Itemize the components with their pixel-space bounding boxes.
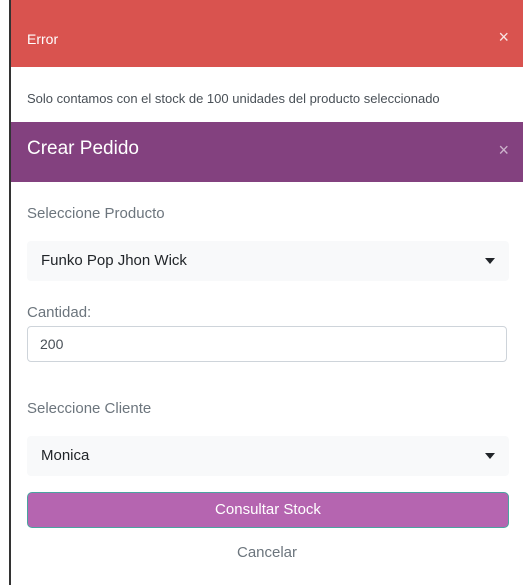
error-message: Solo contamos con el stock de 100 unidad… (27, 91, 440, 106)
create-order-title: Crear Pedido (27, 138, 139, 159)
product-select-value: Funko Pop Jhon Wick (41, 252, 187, 269)
client-select-value: Monica (41, 447, 90, 464)
error-modal-header: Error × (11, 0, 523, 67)
close-icon[interactable]: × (498, 140, 509, 160)
client-select-label: Seleccione Cliente (27, 400, 152, 417)
error-modal-body: Solo contamos con el stock de 100 unidad… (11, 67, 523, 122)
product-select[interactable]: Funko Pop Jhon Wick (27, 241, 509, 281)
error-modal: Error × Solo contamos con el stock de 10… (11, 0, 523, 122)
cancel-link[interactable]: Cancelar (11, 544, 523, 561)
create-order-modal: Crear Pedido × Seleccione Producto Funko… (11, 122, 523, 585)
quantity-input[interactable] (27, 326, 507, 362)
product-select-label: Seleccione Producto (27, 205, 165, 222)
quantity-label: Cantidad: (27, 304, 92, 321)
caret-down-icon (485, 258, 495, 264)
error-modal-title: Error (27, 31, 59, 47)
client-select[interactable]: Monica (27, 436, 509, 476)
check-stock-button[interactable]: Consultar Stock (27, 492, 509, 528)
caret-down-icon (485, 453, 495, 459)
create-order-header: Crear Pedido × (11, 122, 523, 182)
close-icon[interactable]: × (498, 27, 509, 47)
